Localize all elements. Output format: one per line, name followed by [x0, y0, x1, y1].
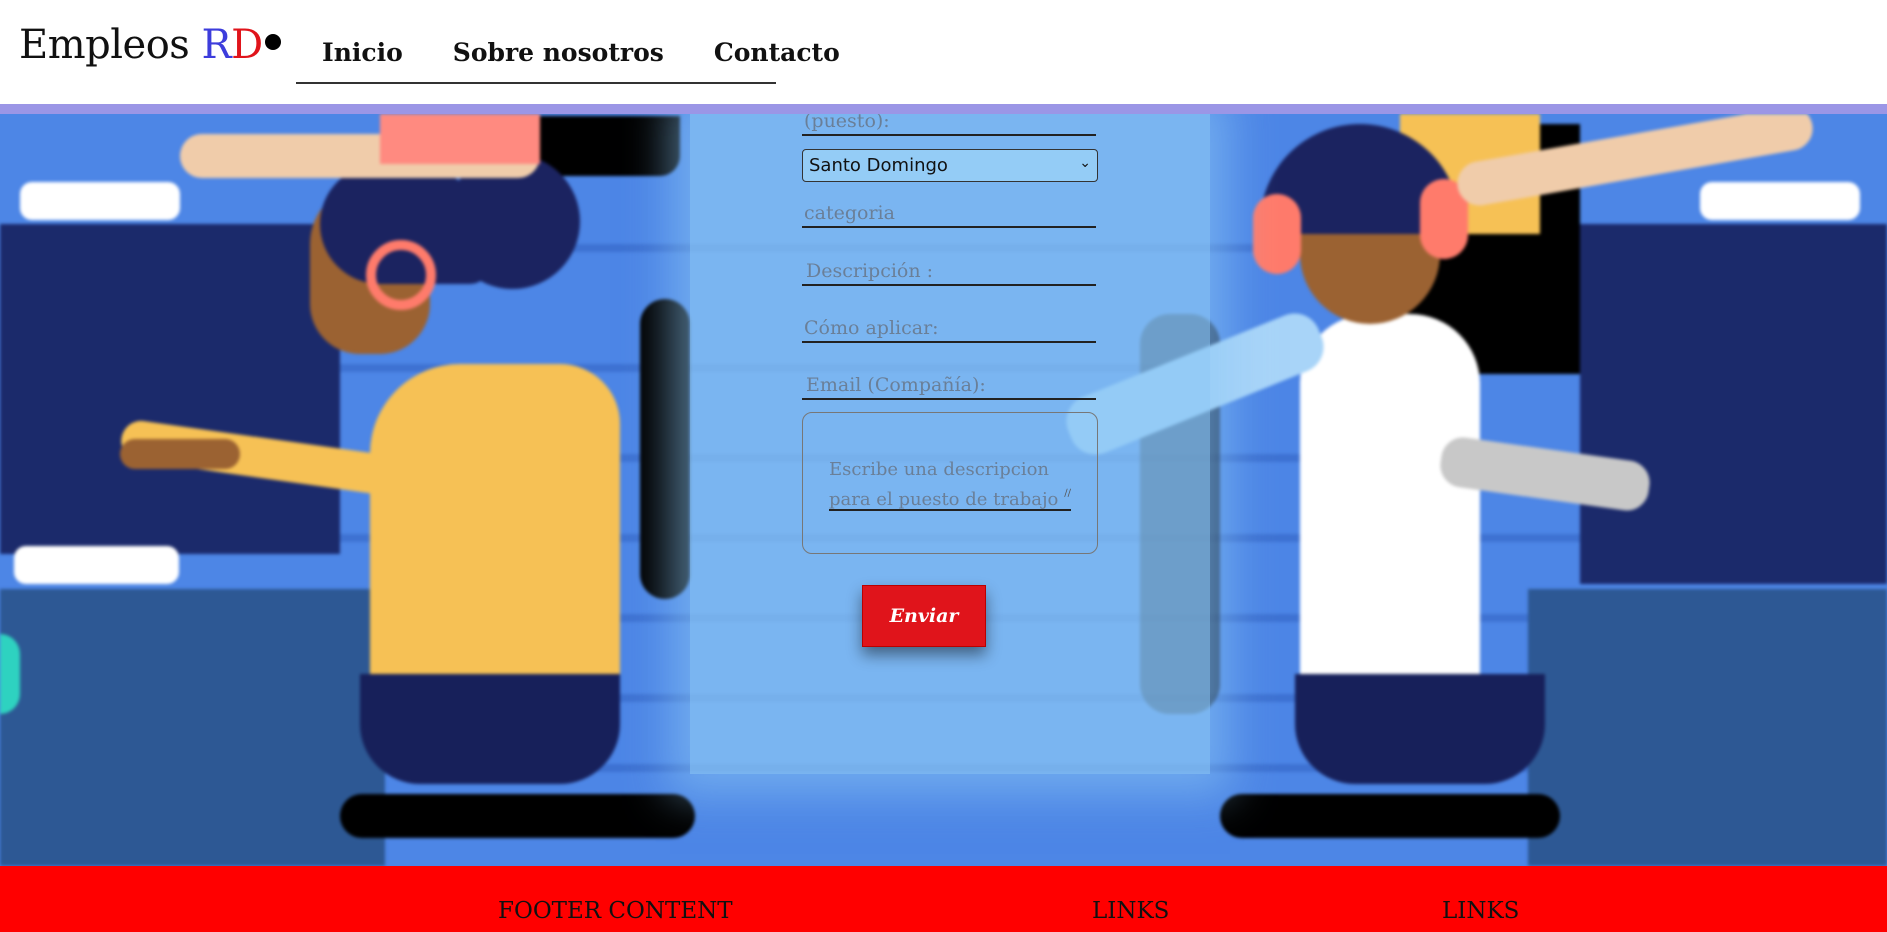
left-monitor — [0, 224, 340, 554]
descripcion-placeholder: Descripción : — [806, 260, 934, 282]
textarea-placeholder-line-2: para el puesto de trabajo — [829, 489, 1059, 510]
nav-link-contacto[interactable]: Contacto — [714, 38, 840, 82]
site-footer: FOOTER CONTENT LINKS LINKS — [0, 866, 1887, 932]
chevron-down-icon: ⌄ — [1079, 155, 1091, 171]
right-agent-body — [1300, 314, 1480, 674]
resize-handle-icon[interactable]: ∕∕ — [1064, 479, 1071, 509]
enviar-button[interactable]: Enviar — [862, 585, 986, 647]
brand-dot-icon — [264, 34, 281, 50]
descripcion-input[interactable]: Descripción : — [802, 254, 1096, 286]
left-chair — [360, 674, 620, 784]
right-chair — [1295, 674, 1545, 784]
nav-link-inicio[interactable]: Inicio — [322, 38, 403, 82]
footer-links-title-2: LINKS — [1442, 898, 1520, 924]
left-agent-body — [370, 364, 620, 674]
como-aplicar-input[interactable]: Cómo aplicar: — [802, 311, 1096, 343]
brand-letter-r: R — [201, 22, 232, 68]
footer-content-title: FOOTER CONTENT — [498, 898, 733, 924]
como-aplicar-placeholder: Cómo aplicar: — [804, 317, 939, 339]
right-monitor — [1580, 224, 1887, 584]
footer-links-title-1: LINKS — [1092, 898, 1170, 924]
brand-text: Empleos — [19, 22, 202, 68]
header-accent-strip — [0, 104, 1887, 114]
textarea-placeholder-line-1: Escribe una descripcion — [829, 459, 1049, 480]
categoria-placeholder: categoria — [804, 202, 895, 224]
categoria-input[interactable]: categoria — [802, 196, 1096, 228]
brand-logo[interactable]: Empleos RD — [19, 22, 281, 68]
brand-letter-d: D — [231, 22, 263, 68]
location-select-value: Santo Domingo — [809, 155, 948, 176]
description-textarea-container: Escribe una descripcion para el puesto d… — [802, 412, 1098, 554]
email-placeholder: Email (Compañía): — [806, 374, 986, 396]
main-nav: Inicio Sobre nosotros Contacto — [296, 30, 840, 84]
right-desk — [1528, 589, 1887, 866]
email-compania-input[interactable]: Email (Compañía): — [802, 368, 1096, 400]
location-select[interactable]: Santo Domingo ⌄ — [802, 149, 1098, 182]
nav-link-sobre-nosotros[interactable]: Sobre nosotros — [453, 38, 664, 82]
left-desk — [0, 589, 385, 866]
description-textarea[interactable]: Escribe una descripcion para el puesto d… — [829, 455, 1071, 511]
site-header: Empleos RD Inicio Sobre nosotros Contact… — [0, 0, 1887, 104]
